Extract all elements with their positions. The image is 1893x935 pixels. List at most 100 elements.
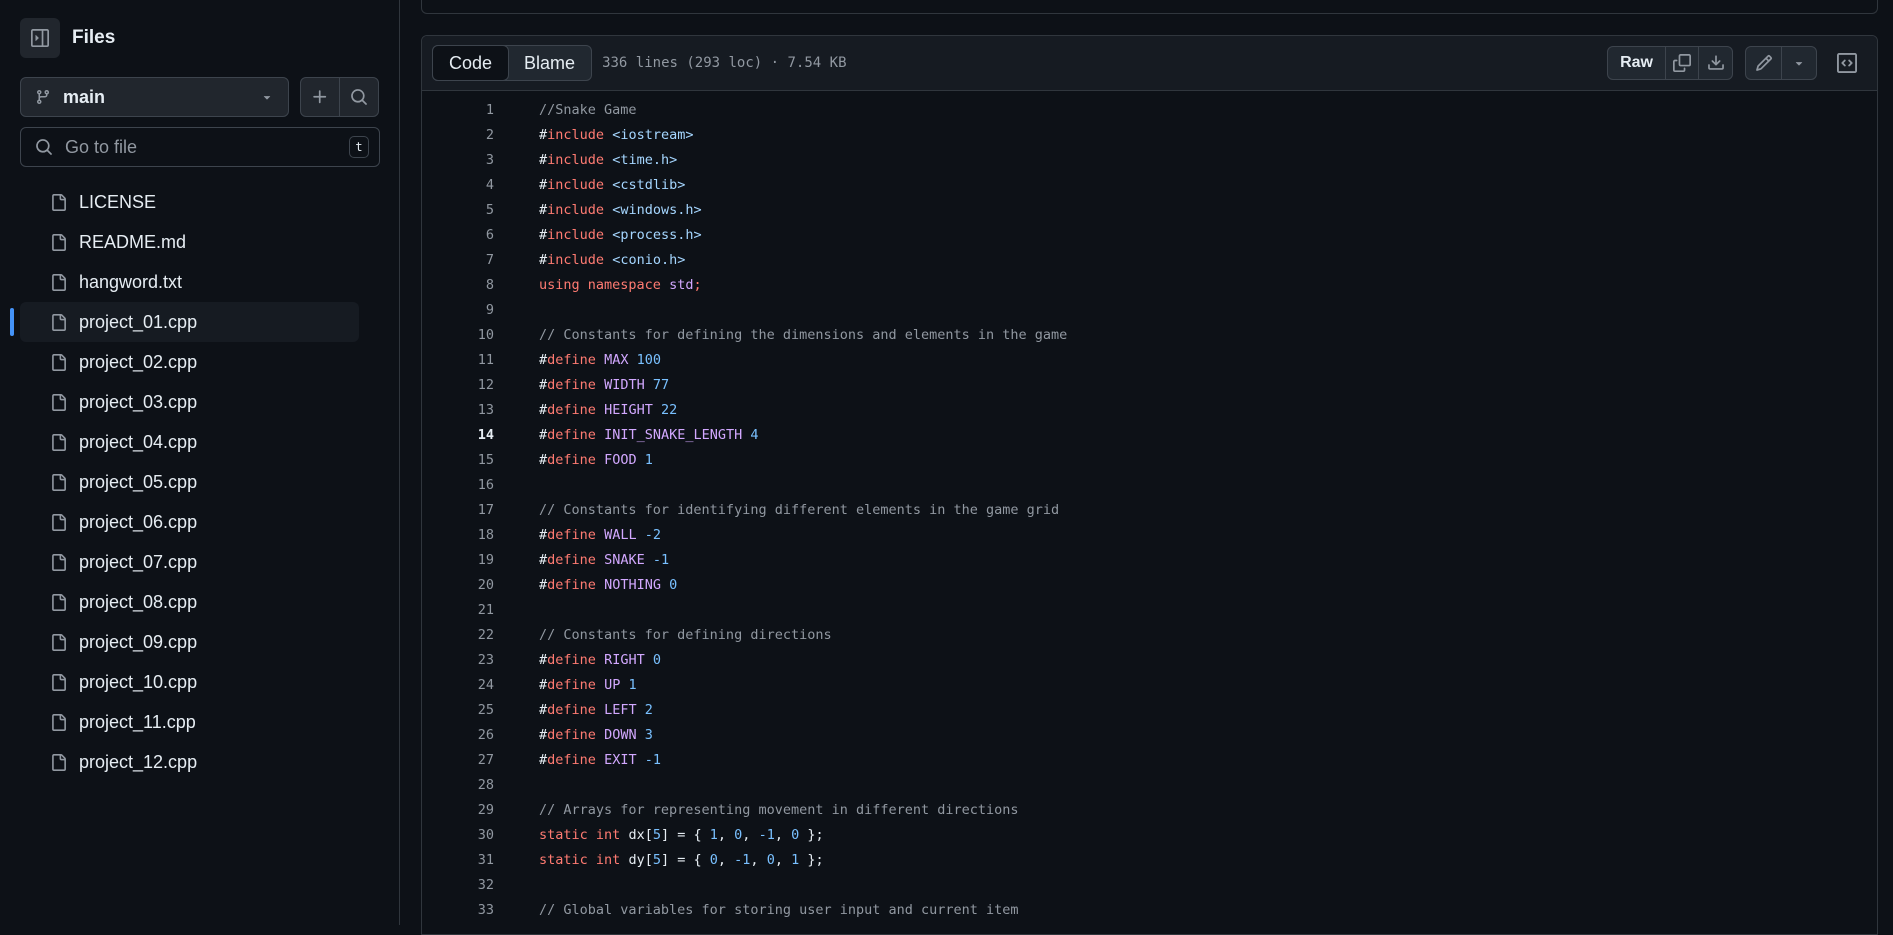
view-mode-toggle: Code Blame	[432, 45, 593, 81]
go-to-file-field[interactable]: t	[20, 127, 380, 167]
line-number[interactable]: 32	[422, 877, 494, 893]
code-token: 0	[766, 851, 775, 868]
file-tree-item[interactable]: project_07.cpp	[20, 542, 359, 582]
code-token: 0	[669, 576, 678, 593]
file-tree-item[interactable]: project_10.cpp	[20, 662, 359, 702]
file-tree-item[interactable]: project_01.cpp	[10, 302, 359, 342]
line-number[interactable]: 8	[422, 277, 494, 293]
branch-name: main	[63, 86, 106, 107]
line-number[interactable]: 33	[422, 902, 494, 918]
line-number[interactable]: 31	[422, 852, 494, 868]
file-tree-item[interactable]: project_12.cpp	[20, 742, 359, 782]
code-token: include	[547, 176, 605, 193]
line-number[interactable]: 1	[422, 102, 494, 118]
code-token: #	[539, 126, 548, 143]
line-number[interactable]: 21	[422, 602, 494, 618]
file-tree-item[interactable]: LICENSE	[20, 182, 359, 222]
code-line: 20 #define NOTHING 0	[422, 572, 1877, 597]
line-number[interactable]: 6	[422, 227, 494, 243]
code-token: dy[	[620, 851, 653, 868]
file-name: project_12.cpp	[79, 751, 198, 772]
add-file-button[interactable]	[300, 77, 340, 117]
line-source: #define HEIGHT 22	[539, 402, 677, 418]
code-line: 19 #define SNAKE -1	[422, 547, 1877, 572]
line-number[interactable]: 13	[422, 402, 494, 418]
line-number[interactable]: 26	[422, 727, 494, 743]
line-number[interactable]: 29	[422, 802, 494, 818]
line-number[interactable]: 3	[422, 152, 494, 168]
go-to-file-input[interactable]	[63, 135, 349, 159]
file-tree-item[interactable]: project_03.cpp	[20, 382, 359, 422]
line-number[interactable]: 4	[422, 177, 494, 193]
code-token: // Constants for identifying different e…	[539, 501, 1060, 518]
file-tree-item[interactable]: project_08.cpp	[20, 582, 359, 622]
search-code-button[interactable]	[339, 77, 379, 117]
file-icon	[50, 553, 67, 572]
branch-selector-button[interactable]: main	[20, 77, 289, 117]
line-number[interactable]: 28	[422, 777, 494, 793]
code-token: dx[	[620, 826, 653, 843]
file-name: project_07.cpp	[79, 551, 198, 572]
line-number[interactable]: 9	[422, 302, 494, 318]
line-number[interactable]: 14	[422, 427, 494, 443]
code-square-icon	[1837, 53, 1857, 73]
file-tree-item[interactable]: README.md	[20, 222, 359, 262]
line-number[interactable]: 18	[422, 527, 494, 543]
code-line: 17 // Constants for identifying different…	[422, 497, 1877, 522]
line-number[interactable]: 15	[422, 452, 494, 468]
line-number[interactable]: 2	[422, 127, 494, 143]
code-token: ,	[774, 826, 792, 843]
file-tree-item[interactable]: hangword.txt	[20, 262, 359, 302]
line-number[interactable]: 24	[422, 677, 494, 693]
line-number[interactable]: 10	[422, 327, 494, 343]
line-number[interactable]: 30	[422, 827, 494, 843]
file-tree-item[interactable]: project_02.cpp	[20, 342, 359, 382]
file-tree-item[interactable]: project_05.cpp	[20, 462, 359, 502]
line-number[interactable]: 25	[422, 702, 494, 718]
edit-options-dropdown[interactable]	[1782, 47, 1816, 79]
line-number[interactable]: 19	[422, 552, 494, 568]
file-tree-item[interactable]: project_11.cpp	[20, 702, 359, 742]
symbols-panel-button[interactable]	[1829, 46, 1865, 80]
file-tree-item[interactable]: project_06.cpp	[20, 502, 359, 542]
line-number[interactable]: 17	[422, 502, 494, 518]
file-icon	[50, 593, 67, 612]
line-number[interactable]: 5	[422, 202, 494, 218]
edit-file-button[interactable]	[1746, 47, 1782, 79]
line-source: // Arrays for representing movement in d…	[539, 802, 1019, 818]
file-tree-item[interactable]: project_04.cpp	[20, 422, 359, 462]
file-name: project_09.cpp	[79, 631, 198, 652]
line-number[interactable]: 12	[422, 377, 494, 393]
code-line: 29 // Arrays for representing movement in…	[422, 797, 1877, 822]
code-token: ,	[717, 826, 735, 843]
code-token: #	[539, 151, 548, 168]
tab-code[interactable]: Code	[432, 45, 510, 81]
line-number[interactable]: 16	[422, 477, 494, 493]
line-number[interactable]: 22	[422, 627, 494, 643]
code-token: <windows.h>	[612, 201, 702, 218]
code-token: include	[547, 201, 605, 218]
tab-blame[interactable]: Blame	[508, 46, 591, 80]
code-line: 8 using namespace std;	[422, 272, 1877, 297]
code-line: 33 // Global variables for storing user i…	[422, 897, 1877, 922]
code-line: 2 #include <iostream>	[422, 122, 1877, 147]
copy-raw-button[interactable]	[1666, 47, 1699, 79]
file-name: project_10.cpp	[79, 671, 198, 692]
code-token: -1	[652, 551, 670, 568]
line-number[interactable]: 7	[422, 252, 494, 268]
line-number[interactable]: 11	[422, 352, 494, 368]
file-tree-item[interactable]: project_09.cpp	[20, 622, 359, 662]
line-source: #define DOWN 3	[539, 727, 653, 743]
line-number[interactable]: 23	[422, 652, 494, 668]
line-number[interactable]: 20	[422, 577, 494, 593]
download-button[interactable]	[1699, 47, 1732, 79]
sidebar-header: Files	[20, 18, 115, 58]
collapse-sidebar-button[interactable]	[20, 18, 60, 58]
code-line: 13 #define HEIGHT 22	[422, 397, 1877, 422]
raw-button[interactable]: Raw	[1608, 47, 1666, 79]
code-token: #	[539, 401, 548, 418]
line-number[interactable]: 27	[422, 752, 494, 768]
code-token: 3	[644, 726, 653, 743]
